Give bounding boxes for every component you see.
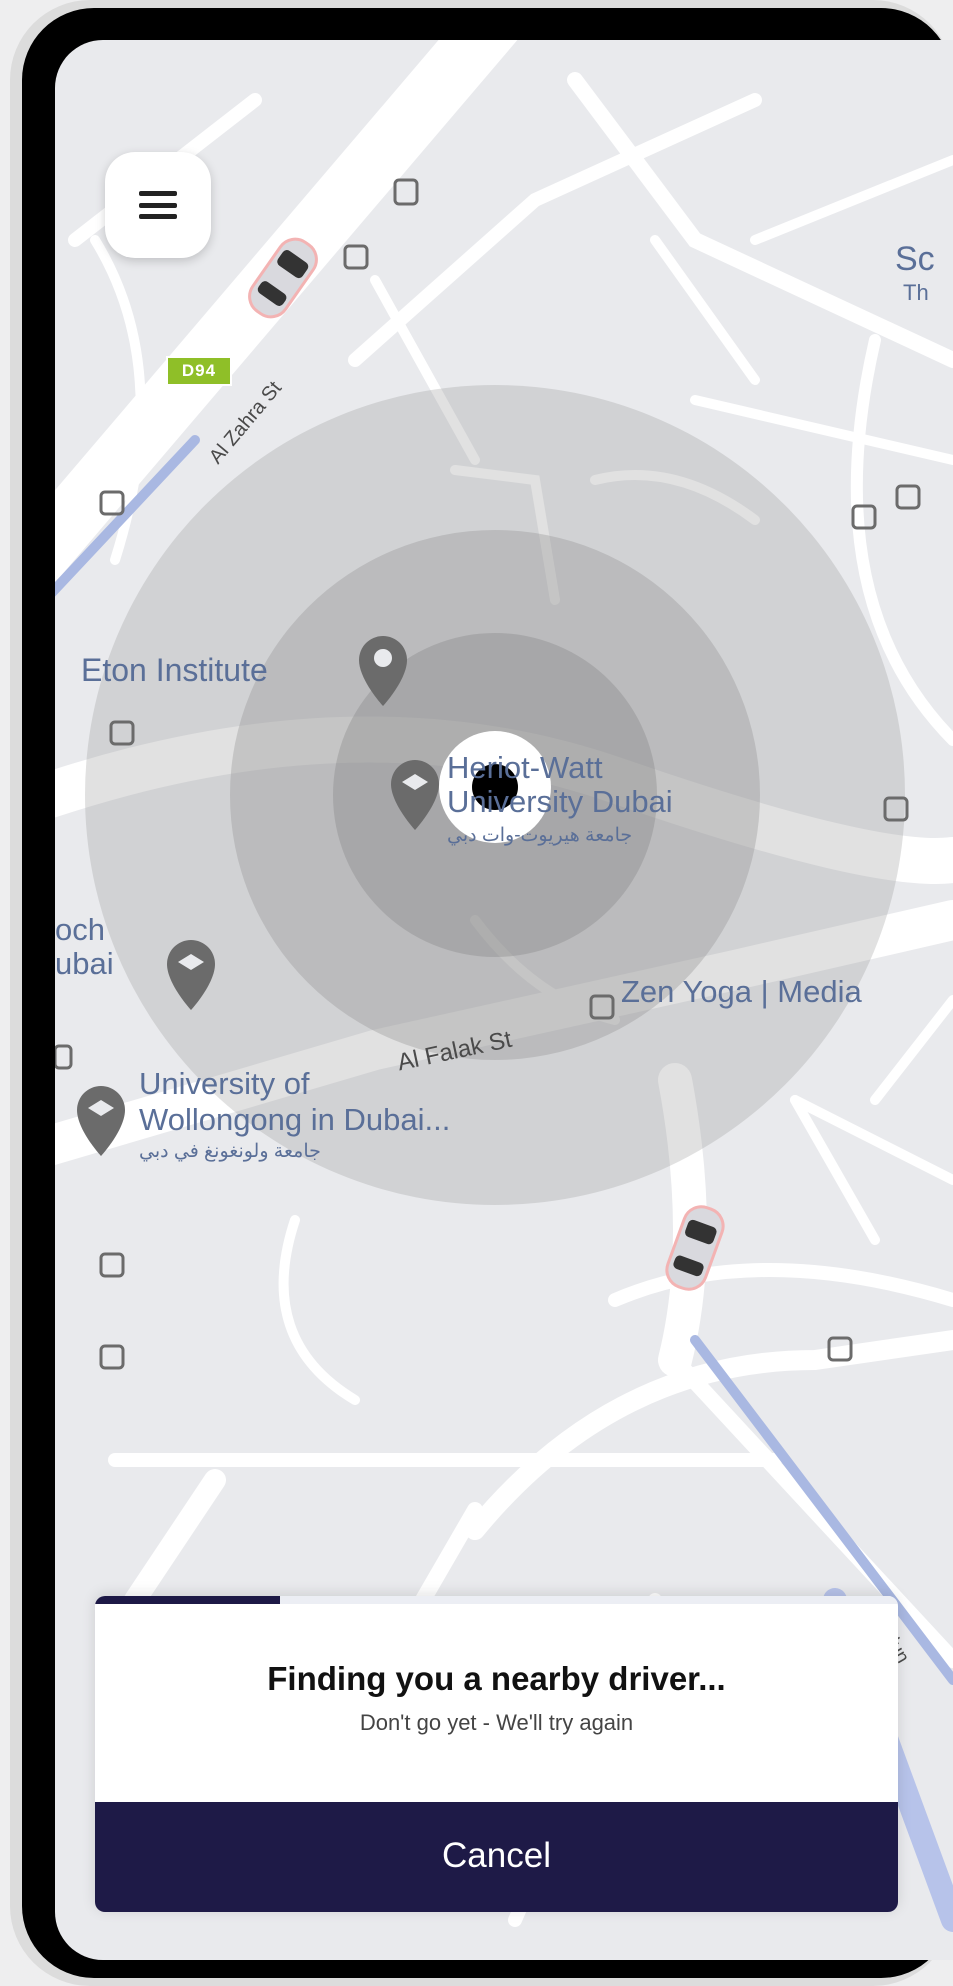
- car-icon: [665, 1205, 725, 1291]
- finding-driver-sheet: Finding you a nearby driver... Don't go …: [95, 1596, 898, 1912]
- poi-label-uow-1: University of: [139, 1066, 310, 1101]
- poi-label-edge-right-2: Th: [903, 280, 929, 305]
- sheet-subtitle: Don't go yet - We'll try again: [359, 1710, 634, 1735]
- road-number-tag: D94: [166, 356, 232, 386]
- poi-label-edge-left-2: ubai: [55, 946, 114, 981]
- poi-label-edge-right-1: Sc: [895, 240, 935, 278]
- poi-label-heriot-arabic: جامعة هيريوت-وات دبي: [447, 825, 633, 846]
- search-progress-bar: [95, 1596, 898, 1604]
- poi-label-uow-2: Wollongong in Dubai...: [139, 1102, 451, 1137]
- poi-label-edge-left-1: och: [55, 912, 105, 947]
- poi-label-eton: Eton Institute: [81, 652, 268, 688]
- cancel-button[interactable]: Cancel: [95, 1802, 898, 1912]
- poi-label-uow-arabic: جامعة ولونغونغ في دبي: [139, 1141, 321, 1162]
- search-progress-fill: [95, 1596, 280, 1604]
- sheet-title: Finding you a nearby driver...: [267, 1660, 726, 1697]
- poi-label-zen-yoga: Zen Yoga | Media: [621, 974, 862, 1009]
- menu-button[interactable]: [105, 152, 211, 258]
- poi-label-heriot-1: Heriot-Watt: [447, 750, 603, 785]
- poi-label-heriot-2: University Dubai: [447, 784, 673, 819]
- hamburger-menu-icon: [139, 191, 177, 219]
